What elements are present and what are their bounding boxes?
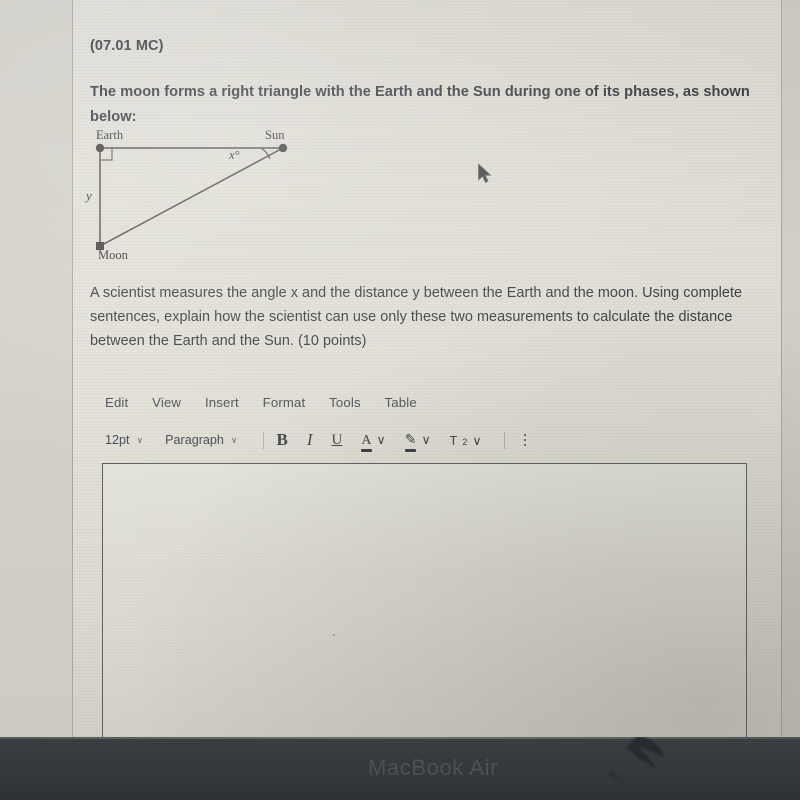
menu-item-view[interactable]: View	[152, 395, 181, 410]
moon-sun-line	[99, 147, 284, 247]
chevron-down-icon: ∨	[136, 435, 144, 445]
bezel-reflection-smudge	[608, 737, 664, 783]
highlight-color-button[interactable]: ✎ ∨	[404, 432, 431, 452]
laptop-screen: (07.01 MC) The moon forms a right triang…	[0, 0, 800, 737]
chevron-down-icon: ∨	[421, 432, 431, 447]
editor-toolbar: 12pt ∨ Paragraph ∨ B I U A ∨ ✎ ∨ T 2 ∨	[105, 427, 527, 453]
highlight-pen-glyph: ✎	[404, 432, 417, 448]
laptop-bezel: MacBook Air	[0, 737, 800, 800]
text-color-swatch	[361, 449, 372, 452]
superscript-letter: T	[449, 433, 458, 448]
right-triangle-diagram: Earth Sun Moon y x°	[83, 128, 318, 273]
editor-menu-bar: Edit View Insert Format Tools Table	[105, 395, 417, 410]
superscript-button[interactable]: T2 ∨	[450, 433, 482, 448]
text-color-button[interactable]: A ∨	[361, 432, 386, 452]
menu-item-edit[interactable]: Edit	[105, 395, 128, 410]
earth-vertex-dot	[95, 143, 105, 153]
chevron-down-icon: ∨	[472, 433, 482, 448]
highlight-color-swatch	[404, 449, 417, 452]
diagram-label-sun: Sun	[265, 128, 285, 142]
page-speck	[333, 634, 335, 636]
diagram-label-earth: Earth	[96, 128, 124, 142]
superscript-exponent: 2	[462, 436, 468, 447]
font-size-select[interactable]: 12pt ∨	[105, 433, 143, 447]
diagram-label-moon: Moon	[98, 248, 128, 262]
answer-textarea[interactable]	[102, 463, 747, 737]
menu-item-insert[interactable]: Insert	[205, 395, 239, 410]
toolbar-divider	[262, 431, 264, 449]
italic-button[interactable]: I	[307, 430, 313, 450]
underline-button[interactable]: U	[332, 432, 343, 449]
bold-button[interactable]: B	[277, 430, 288, 450]
page-left-gutter	[0, 0, 73, 737]
question-body-text: A scientist measures the angle x and the…	[90, 285, 743, 349]
page-right-gutter	[781, 0, 800, 737]
highlight-pen-icon: ✎	[404, 432, 417, 452]
more-dot	[523, 438, 527, 442]
chevron-down-icon: ∨	[376, 432, 386, 447]
photo-of-laptop-screen: (07.01 MC) The moon forms a right triang…	[0, 0, 800, 800]
menu-item-table[interactable]: Table	[385, 395, 417, 410]
diagram-label-side-y: y	[86, 188, 92, 203]
menu-item-tools[interactable]: Tools	[329, 395, 361, 410]
question-stem-text: The moon forms a right triangle with the…	[90, 84, 750, 125]
device-brand-label: MacBook Air	[368, 755, 499, 780]
bezel-lip	[0, 737, 800, 739]
more-dot	[523, 433, 527, 437]
text-color-icon: A	[361, 432, 372, 452]
diagram-label-angle-x: x°	[229, 148, 240, 162]
toolbar-divider	[503, 431, 505, 449]
more-dot	[523, 443, 527, 447]
more-options-button[interactable]	[523, 433, 527, 447]
sun-vertex-dot	[278, 143, 288, 153]
question-document: (07.01 MC) The moon forms a right triang…	[73, 0, 781, 737]
question-code: (07.01 MC)	[90, 38, 164, 54]
font-size-value: 12pt	[105, 433, 130, 447]
chevron-down-icon: ∨	[230, 435, 238, 445]
block-format-value: Paragraph	[165, 433, 224, 447]
block-format-select[interactable]: Paragraph ∨	[165, 433, 237, 447]
text-color-letter: A	[361, 432, 372, 448]
mouse-cursor-icon	[478, 163, 492, 184]
menu-item-format[interactable]: Format	[263, 395, 306, 410]
